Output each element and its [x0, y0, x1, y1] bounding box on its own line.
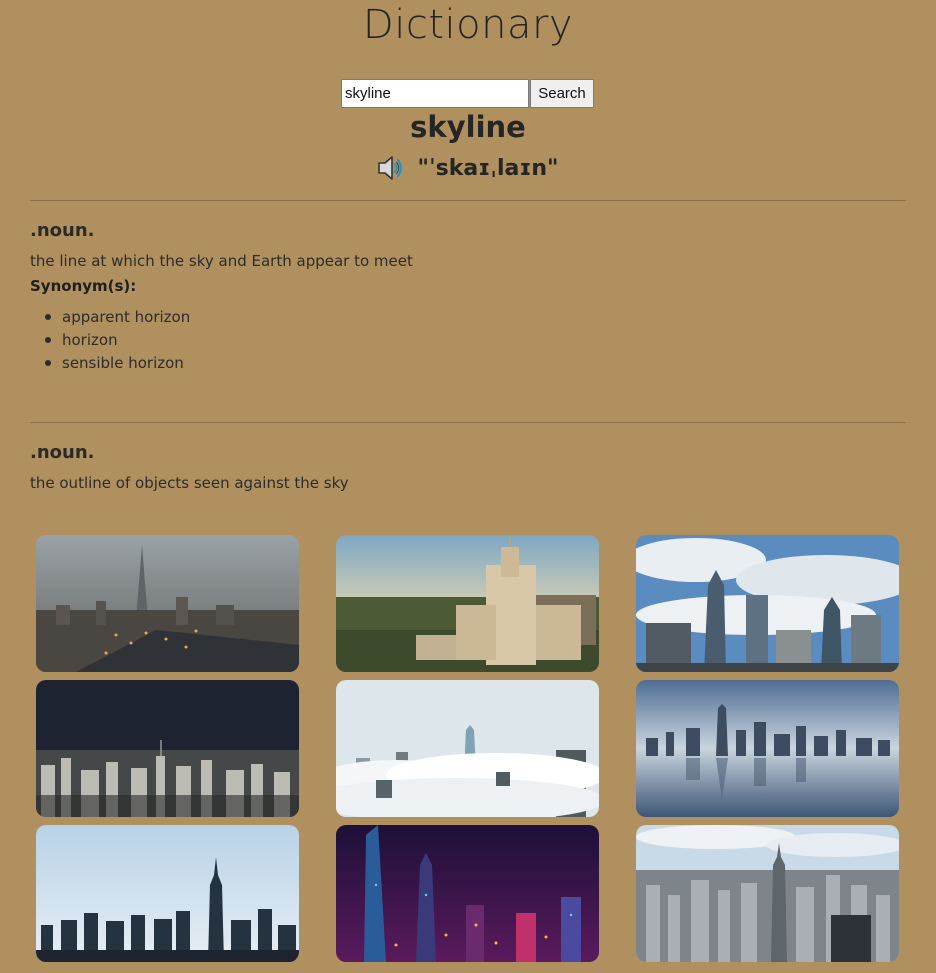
- word-title: skyline: [410, 110, 526, 144]
- definition: the outline of objects seen against the …: [30, 474, 349, 492]
- search-input[interactable]: [341, 79, 529, 108]
- app-title: Dictionary: [362, 2, 574, 48]
- synonyms-list: apparent horizon horizon sensible horizo…: [30, 308, 190, 377]
- phonetic-row: "ˈskaɪˌlaɪn": [0, 154, 936, 182]
- part-of-speech: .noun.: [30, 220, 95, 241]
- neon-night-city-photo[interactable]: [336, 825, 599, 962]
- synonym-item: horizon: [30, 331, 190, 354]
- search-form: Search: [341, 79, 594, 108]
- divider: [30, 422, 906, 423]
- empire-state-skyline-photo[interactable]: [36, 825, 299, 962]
- foggy-city-tower-photo[interactable]: [36, 535, 299, 672]
- speaker-icon[interactable]: [377, 154, 407, 182]
- blue-sky-towers-photo[interactable]: [636, 535, 899, 672]
- divider: [30, 200, 906, 201]
- city-above-clouds-photo[interactable]: [336, 680, 599, 817]
- university-tower-photo[interactable]: [336, 535, 599, 672]
- image-gallery: [36, 535, 899, 962]
- synonym-item: apparent horizon: [30, 308, 190, 331]
- synonym-item: sensible horizon: [30, 354, 190, 377]
- search-button[interactable]: Search: [530, 79, 594, 108]
- phonetic-text: "ˈskaɪˌlaɪn": [417, 155, 559, 181]
- reflected-skyline-photo[interactable]: [636, 680, 899, 817]
- part-of-speech: .noun.: [30, 442, 95, 463]
- synonyms-label: Synonym(s):: [30, 277, 137, 295]
- dark-city-sprawl-photo[interactable]: [36, 680, 299, 817]
- aerial-manhattan-photo[interactable]: [636, 825, 899, 962]
- definition: the line at which the sky and Earth appe…: [30, 252, 413, 270]
